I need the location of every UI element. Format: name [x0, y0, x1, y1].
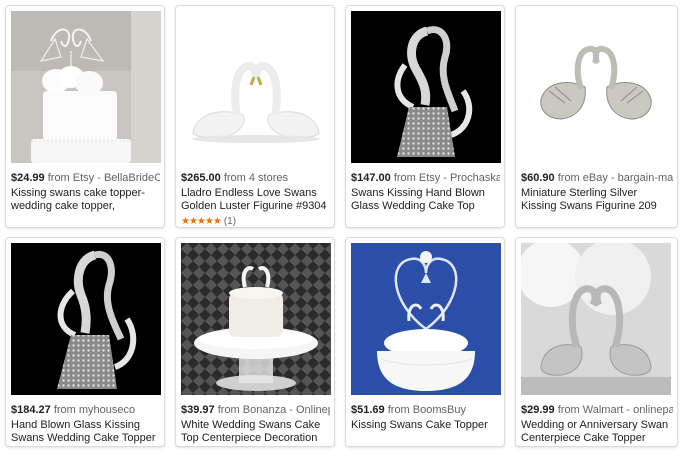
silver-swans-centerpiece-image: [521, 243, 671, 395]
product-card[interactable]: $29.99 from Walmart - onlinepartycenter …: [515, 237, 678, 447]
product-title[interactable]: Kissing swans cake topper- wedding cake …: [11, 187, 160, 213]
product-image[interactable]: [11, 243, 161, 395]
product-image[interactable]: [351, 11, 501, 163]
product-price: $39.97: [181, 404, 215, 416]
product-card[interactable]: $39.97 from Bonanza - Onlinepartycenter …: [175, 237, 335, 447]
product-card[interactable]: $184.27 from myhouseco Hand Blown Glass …: [5, 237, 165, 447]
product-title[interactable]: Lladro Endless Love Swans Golden Luster …: [181, 187, 330, 213]
product-title[interactable]: Swans Kissing Hand Blown Glass Wedding C…: [351, 187, 500, 213]
product-card[interactable]: $147.00 from Etsy - ProchaskaGallery Swa…: [345, 5, 505, 228]
glass-swans-topper-image: [11, 243, 161, 395]
product-card[interactable]: $51.69 from BoomsBuy Kissing Swans Cake …: [345, 237, 505, 447]
product-seller: from Bonanza - Onlinepartycenter: [217, 404, 330, 416]
product-image[interactable]: [351, 243, 501, 395]
product-price: $51.69: [351, 404, 385, 416]
product-seller: from myhouseco: [53, 404, 136, 416]
glass-swans-topper-image: [351, 11, 501, 163]
porcelain-swans-figurine-image: [181, 11, 331, 163]
cake-with-swan-topper-image: [11, 11, 161, 163]
product-card[interactable]: $24.99 from Etsy - BellaBrideCreations K…: [5, 5, 165, 228]
product-price: $147.00: [351, 172, 391, 184]
product-seller: from Walmart - onlinepartycenter: [557, 404, 673, 416]
shopping-results-grid: $24.99 from Etsy - BellaBrideCreations K…: [0, 0, 688, 452]
product-image[interactable]: [181, 243, 331, 395]
product-seller: from 4 stores: [223, 172, 289, 184]
star-rating-icon: ★★★★★: [181, 216, 222, 227]
product-card[interactable]: $265.00 from 4 stores Lladro Endless Lov…: [175, 5, 335, 228]
product-image[interactable]: [181, 11, 331, 163]
product-title[interactable]: White Wedding Swans Cake Top Centerpiece…: [181, 419, 330, 445]
product-seller: from Etsy - ProchaskaGallery: [393, 172, 500, 184]
swans-centerpiece-image: [181, 243, 331, 395]
product-price: $60.90: [521, 172, 555, 184]
product-image[interactable]: [521, 243, 671, 395]
product-card[interactable]: $60.90 from eBay - bargain-market Miniat…: [515, 5, 678, 228]
product-title[interactable]: Miniature Sterling Silver Kissing Swans …: [521, 187, 673, 213]
product-price: $24.99: [11, 172, 45, 184]
product-rating: ★★★★★ (1): [181, 215, 330, 227]
product-image[interactable]: [521, 11, 671, 163]
product-seller: from eBay - bargain-market: [557, 172, 673, 184]
product-title[interactable]: Wedding or Anniversary Swan Centerpiece …: [521, 419, 673, 445]
product-title[interactable]: Kissing Swans Cake Topper: [351, 419, 500, 432]
product-seller: from Etsy - BellaBrideCreations: [47, 172, 160, 184]
product-image[interactable]: [11, 11, 161, 163]
product-title[interactable]: Hand Blown Glass Kissing Swans Wedding C…: [11, 419, 160, 445]
silver-swans-figurine-image: [521, 11, 671, 163]
product-price: $265.00: [181, 172, 221, 184]
heart-swans-topper-image: [351, 243, 501, 395]
product-price: $184.27: [11, 404, 51, 416]
rating-count: (1): [223, 216, 237, 227]
product-seller: from BoomsBuy: [387, 404, 466, 416]
product-price: $29.99: [521, 404, 555, 416]
